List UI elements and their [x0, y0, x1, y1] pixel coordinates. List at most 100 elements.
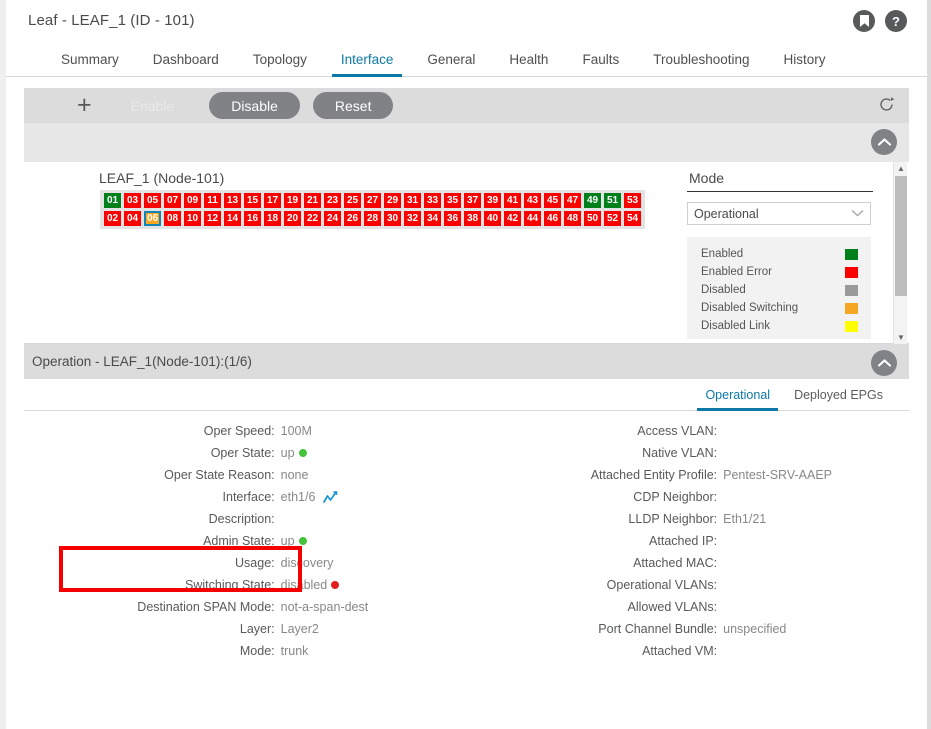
port-47[interactable]: 47 — [564, 193, 581, 208]
port-01[interactable]: 01 — [104, 193, 121, 208]
detail-value: trunk — [281, 644, 467, 658]
tab-history[interactable]: History — [767, 52, 843, 76]
port-30[interactable]: 30 — [384, 211, 401, 226]
hamburger-menu-icon[interactable] — [39, 95, 60, 117]
port-14[interactable]: 14 — [224, 211, 241, 226]
port-15[interactable]: 15 — [244, 193, 261, 208]
port-22[interactable]: 22 — [304, 211, 321, 226]
tab-faults[interactable]: Faults — [565, 52, 636, 76]
port-36[interactable]: 36 — [444, 211, 461, 226]
port-44[interactable]: 44 — [524, 211, 541, 226]
port-32[interactable]: 32 — [404, 211, 421, 226]
port-37[interactable]: 37 — [464, 193, 481, 208]
detail-label: Oper State Reason: — [164, 468, 275, 482]
port-28[interactable]: 28 — [364, 211, 381, 226]
port-35[interactable]: 35 — [444, 193, 461, 208]
chevron-up-icon[interactable] — [871, 129, 897, 155]
port-16[interactable]: 16 — [244, 211, 261, 226]
tab-health[interactable]: Health — [492, 52, 565, 76]
detail-row: Attached Entity Profile: Pentest-SRV-AAEP — [467, 464, 910, 486]
port-52[interactable]: 52 — [604, 211, 621, 226]
operation-title: Operation - LEAF_1(Node-101):(1/6) — [32, 354, 252, 369]
port-26[interactable]: 26 — [344, 211, 361, 226]
port-50[interactable]: 50 — [584, 211, 601, 226]
port-24[interactable]: 24 — [324, 211, 341, 226]
detail-row: Attached IP: — [467, 530, 910, 552]
port-41[interactable]: 41 — [504, 193, 521, 208]
reset-button[interactable]: Reset — [312, 92, 394, 119]
port-09[interactable]: 09 — [184, 193, 201, 208]
port-27[interactable]: 27 — [364, 193, 381, 208]
detail-label: Allowed VLANs: — [627, 600, 718, 614]
port-23[interactable]: 23 — [324, 193, 341, 208]
detail-value-text: Eth1/21 — [723, 512, 767, 526]
detail-row: LLDP Neighbor: Eth1/21 — [467, 508, 910, 530]
port-33[interactable]: 33 — [424, 193, 441, 208]
port-18[interactable]: 18 — [264, 211, 281, 226]
chevron-up-icon[interactable] — [871, 350, 897, 376]
status-dot — [298, 537, 307, 545]
port-34[interactable]: 34 — [424, 211, 441, 226]
port-08[interactable]: 08 — [164, 211, 181, 226]
page-title: Leaf - LEAF_1 (ID - 101) — [28, 12, 195, 29]
port-17[interactable]: 17 — [264, 193, 281, 208]
port-53[interactable]: 53 — [624, 193, 641, 208]
tab-general[interactable]: General — [410, 52, 492, 76]
topology-panel-header — [24, 123, 909, 162]
tab-topology[interactable]: Topology — [236, 52, 324, 76]
port-42[interactable]: 42 — [504, 211, 521, 226]
detail-row: Oper Speed: 100M — [24, 420, 467, 442]
plus-icon[interactable]: + — [73, 93, 96, 118]
mode-panel: Mode Operational Enabled Enabled Error Dis… — [687, 162, 887, 339]
scroll-up-arrow-icon[interactable]: ▲ — [894, 162, 908, 175]
port-31[interactable]: 31 — [404, 193, 421, 208]
tab-dashboard[interactable]: Dashboard — [136, 52, 236, 76]
disable-button[interactable]: Disable — [209, 92, 300, 119]
tab-summary[interactable]: Summary — [44, 52, 136, 76]
legend-label: Disabled — [701, 284, 746, 296]
port-21[interactable]: 21 — [304, 193, 321, 208]
bookmark-icon[interactable] — [853, 10, 875, 32]
tab-interface[interactable]: Interface — [324, 52, 411, 77]
port-43[interactable]: 43 — [524, 193, 541, 208]
port-48[interactable]: 48 — [564, 211, 581, 226]
detail-row: Description: — [24, 508, 467, 530]
port-38[interactable]: 38 — [464, 211, 481, 226]
port-40[interactable]: 40 — [484, 211, 501, 226]
topology-scrollbar[interactable]: ▲ ▼ — [893, 162, 907, 344]
detail-row: Attached MAC: — [467, 552, 910, 574]
port-07[interactable]: 07 — [164, 193, 181, 208]
tab-operational[interactable]: Operational — [693, 388, 782, 411]
tab-deployed-epgs[interactable]: Deployed EPGs — [782, 388, 895, 410]
port-06[interactable]: 06 — [144, 211, 161, 226]
port-04[interactable]: 04 — [124, 211, 141, 226]
port-25[interactable]: 25 — [344, 193, 361, 208]
scrollbar-thumb[interactable] — [895, 176, 907, 296]
trend-chart-icon[interactable] — [323, 490, 338, 504]
detail-label: Mode: — [239, 644, 275, 658]
port-10[interactable]: 10 — [184, 211, 201, 226]
help-icon[interactable]: ? — [885, 10, 907, 32]
tab-troubleshooting[interactable]: Troubleshooting — [636, 52, 766, 76]
scroll-down-arrow-icon[interactable]: ▼ — [894, 331, 908, 344]
detail-value: discovery — [281, 556, 467, 570]
port-39[interactable]: 39 — [484, 193, 501, 208]
port-54[interactable]: 54 — [624, 211, 641, 226]
refresh-icon[interactable] — [878, 96, 895, 118]
detail-label: Attached VM: — [642, 644, 718, 658]
port-11[interactable]: 11 — [204, 193, 221, 208]
port-20[interactable]: 20 — [284, 211, 301, 226]
port-12[interactable]: 12 — [204, 211, 221, 226]
port-05[interactable]: 05 — [144, 193, 161, 208]
detail-label: Access VLAN: — [637, 424, 718, 438]
port-02[interactable]: 02 — [104, 211, 121, 226]
port-51[interactable]: 51 — [604, 193, 621, 208]
port-29[interactable]: 29 — [384, 193, 401, 208]
port-46[interactable]: 46 — [544, 211, 561, 226]
port-03[interactable]: 03 — [124, 193, 141, 208]
port-45[interactable]: 45 — [544, 193, 561, 208]
port-13[interactable]: 13 — [224, 193, 241, 208]
mode-select[interactable]: Operational — [687, 202, 871, 225]
port-19[interactable]: 19 — [284, 193, 301, 208]
port-49[interactable]: 49 — [584, 193, 601, 208]
